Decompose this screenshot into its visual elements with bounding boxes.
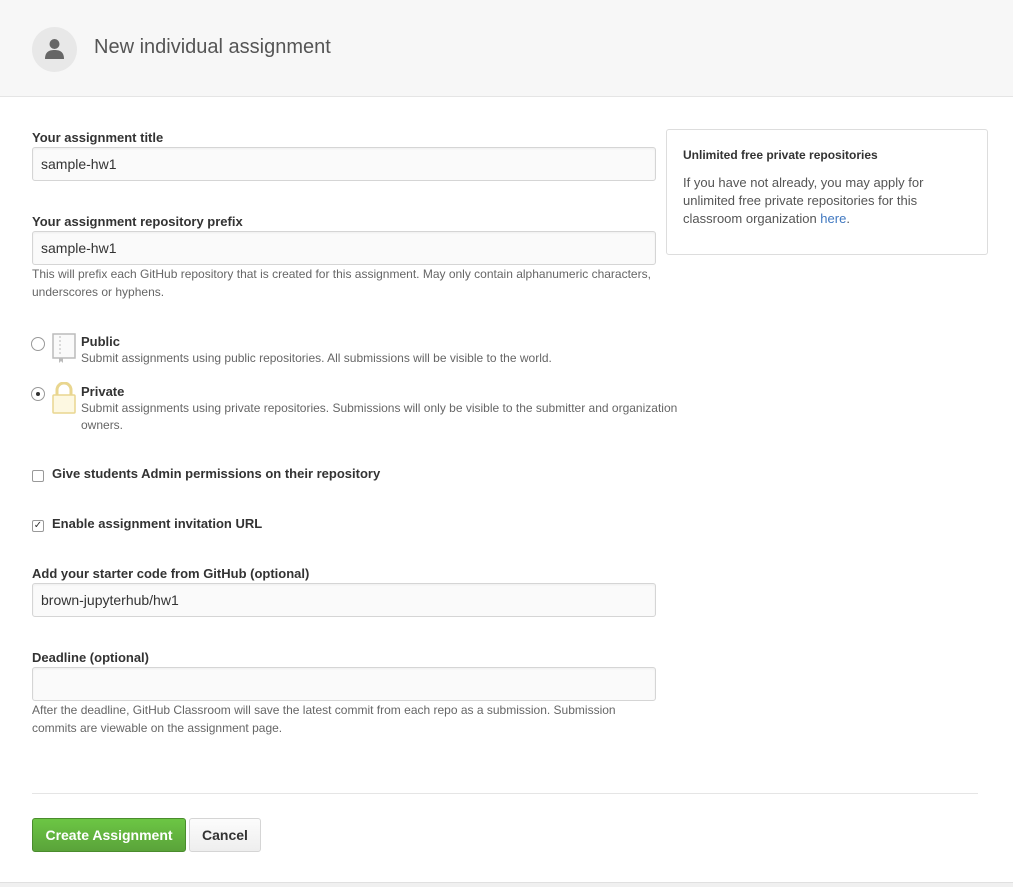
invitation-url-label: Enable assignment invitation URL — [52, 516, 263, 531]
visibility-private-label: Private — [81, 384, 125, 399]
checkmark-icon: ✓ — [33, 520, 43, 531]
visibility-public-label: Public — [81, 334, 121, 349]
deadline-input[interactable] — [32, 667, 656, 701]
repository-prefix-help: This will prefix each GitHub repository … — [32, 267, 651, 299]
assignment-title-input[interactable] — [32, 147, 656, 181]
avatar — [32, 27, 77, 72]
deadline-label: Deadline (optional) — [32, 650, 149, 665]
info-box-body: If you have not already, you may apply f… — [683, 174, 975, 228]
visibility-private-radio[interactable] — [31, 387, 45, 401]
assignment-title-label: Your assignment title — [32, 130, 164, 145]
page-bottom-border — [0, 882, 1013, 887]
deadline-help: After the deadline, GitHub Classroom wil… — [32, 703, 616, 735]
page-header: New individual assignment — [0, 0, 1013, 97]
apply-here-link[interactable]: here — [820, 211, 846, 226]
lock-icon — [52, 382, 76, 414]
admin-permissions-checkbox[interactable] — [32, 470, 44, 482]
private-repos-info-box: Unlimited free private repositories If y… — [666, 129, 988, 255]
info-box-text: If you have not already, you may apply f… — [683, 175, 924, 226]
invitation-url-checkbox[interactable]: ✓ — [32, 520, 44, 532]
repository-prefix-input[interactable] — [32, 231, 656, 265]
visibility-private-description: Submit assignments using private reposit… — [81, 401, 678, 432]
info-box-tail: . — [846, 211, 850, 226]
starter-code-label: Add your starter code from GitHub (optio… — [32, 566, 310, 581]
person-icon — [45, 39, 64, 59]
visibility-public-radio[interactable] — [31, 337, 45, 351]
create-assignment-button[interactable]: Create Assignment — [32, 818, 186, 852]
visibility-public-description: Submit assignments using public reposito… — [81, 351, 552, 365]
page-title: New individual assignment — [94, 36, 331, 58]
info-box-title: Unlimited free private repositories — [683, 148, 878, 162]
form-divider — [32, 793, 978, 794]
book-icon — [52, 333, 76, 363]
starter-code-input[interactable] — [32, 583, 656, 617]
cancel-button[interactable]: Cancel — [189, 818, 261, 852]
repository-prefix-label: Your assignment repository prefix — [32, 214, 243, 229]
admin-permissions-label: Give students Admin permissions on their… — [52, 466, 381, 481]
